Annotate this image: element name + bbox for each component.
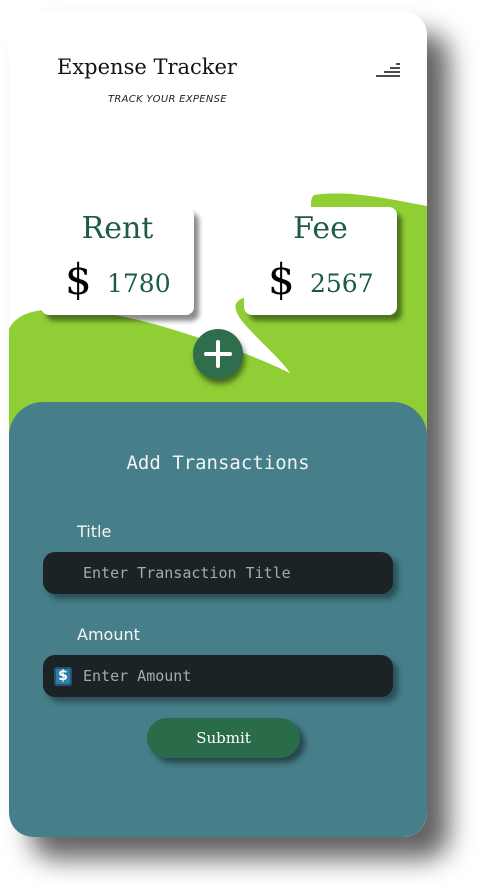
card-label: Rent	[81, 211, 154, 246]
title-label: Title	[77, 522, 112, 541]
card-amount: 1780	[107, 269, 171, 298]
dollar-sign-icon: $	[268, 255, 295, 304]
app-screen: Expense Tracker TRACK YOUR EXPENSE Rent …	[9, 11, 427, 837]
card-label: Fee	[293, 211, 348, 246]
amount-field-container: $	[43, 655, 393, 697]
app-title: Expense Tracker	[57, 55, 237, 79]
title-field-container	[43, 552, 393, 594]
amount-input[interactable]	[83, 655, 373, 697]
fee-card: Fee $ 2567	[244, 207, 397, 315]
app-subtitle: TRACK YOUR EXPENSE	[108, 94, 227, 105]
submit-button[interactable]: Submit	[147, 718, 300, 758]
hamburger-menu-icon[interactable]	[374, 62, 402, 82]
card-amount: 2567	[310, 269, 374, 298]
dollar-icon: $	[54, 667, 72, 686]
plus-icon	[204, 340, 232, 368]
title-input[interactable]	[83, 552, 373, 594]
dollar-sign-icon: $	[65, 255, 92, 304]
rent-card: Rent $ 1780	[41, 207, 194, 315]
form-title: Add Transactions	[126, 452, 310, 474]
amount-label: Amount	[77, 625, 140, 644]
add-transaction-form: Add Transactions Title Amount $ Submit	[9, 402, 427, 837]
add-transaction-button[interactable]	[193, 329, 243, 379]
